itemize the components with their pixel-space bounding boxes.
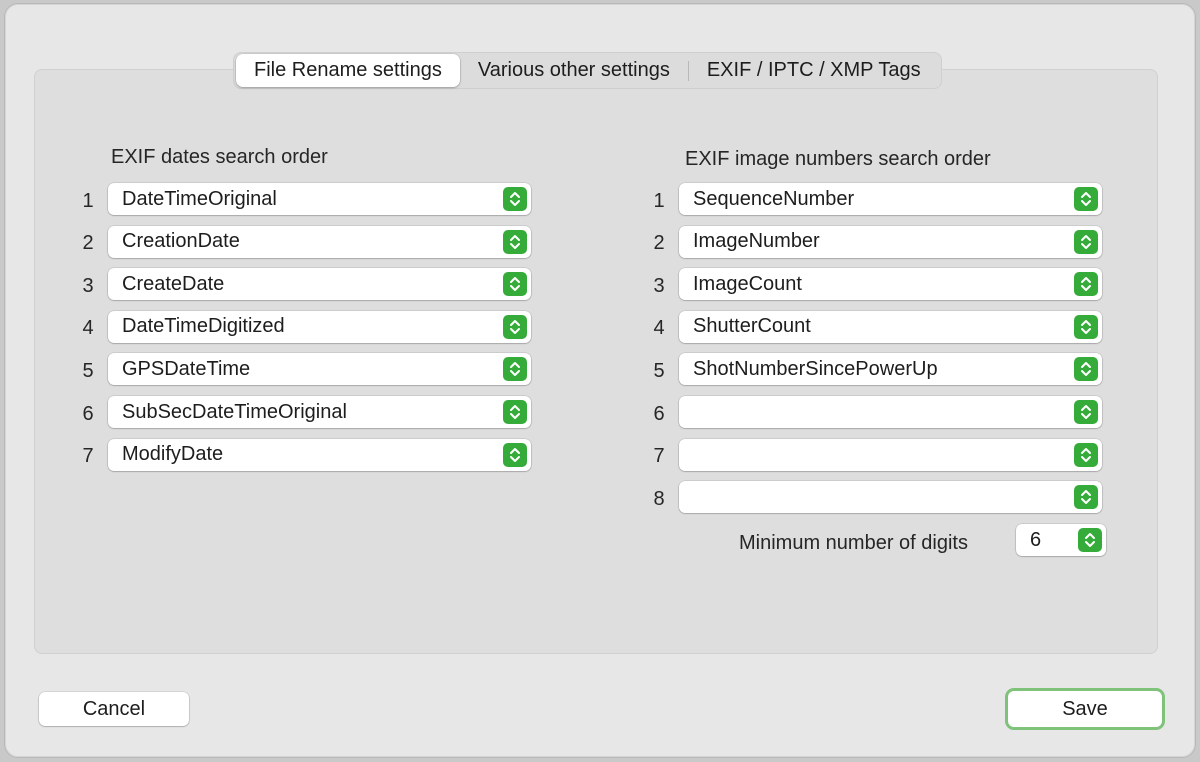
date-field-popup-value: SubSecDateTimeOriginal — [122, 400, 347, 423]
date-field-row: 5 GPSDateTime — [76, 353, 531, 386]
image-number-field-row-number: 7 — [653, 445, 665, 468]
image-number-field-popup[interactable]: SequenceNumber — [679, 183, 1102, 215]
image-number-field-popup[interactable] — [679, 438, 1102, 471]
date-field-row: 6 SubSecDateTimeOriginal — [76, 396, 531, 428]
tab-bar: File Rename settings Various other setti… — [233, 52, 942, 89]
date-field-row: 1 DateTimeOriginal — [76, 183, 531, 215]
date-field-row-number: 3 — [82, 274, 94, 297]
chevron-up-down-icon — [503, 442, 527, 467]
image-number-field-popup[interactable]: ShotNumberSincePowerUp — [679, 353, 1102, 386]
image-number-field-popup-value: ImageCount — [693, 272, 802, 295]
chevron-up-down-icon — [1074, 485, 1098, 510]
image-number-field-row-number: 8 — [653, 487, 665, 510]
chevron-up-down-icon — [1074, 442, 1098, 467]
date-field-popup[interactable]: CreateDate — [108, 268, 531, 301]
min-digits-popup[interactable]: 6 — [1016, 524, 1106, 556]
date-field-popup-value: DateTimeDigitized — [122, 315, 285, 338]
tab-file-rename-settings[interactable]: File Rename settings — [236, 54, 460, 87]
date-field-popup[interactable]: SubSecDateTimeOriginal — [108, 396, 531, 428]
date-field-row-number: 1 — [82, 189, 94, 212]
image-number-field-popup[interactable]: ImageCount — [679, 268, 1102, 301]
date-field-row-number: 2 — [82, 232, 94, 255]
min-digits-label: Minimum number of digits — [739, 532, 968, 554]
image-number-field-row-number: 3 — [653, 274, 665, 297]
image-number-field-row: 3 ImageCount — [647, 268, 1102, 301]
image-number-field-popup-value: ShutterCount — [693, 315, 811, 338]
date-field-popup-value: DateTimeOriginal — [122, 187, 277, 210]
chevron-up-down-icon — [503, 187, 527, 211]
chevron-up-down-icon — [1074, 272, 1098, 297]
date-field-row: 4 DateTimeDigitized — [76, 310, 531, 343]
image-number-field-row-number: 2 — [653, 232, 665, 255]
chevron-up-down-icon — [503, 400, 527, 424]
date-field-row: 7 ModifyDate — [76, 438, 531, 471]
chevron-up-down-icon — [503, 357, 527, 382]
image-number-field-row: 7 — [647, 438, 1102, 471]
exif-dates-heading: EXIF dates search order — [111, 146, 328, 168]
tab-exif-iptc-xmp-tags[interactable]: EXIF / IPTC / XMP Tags — [689, 54, 939, 87]
image-number-field-popup[interactable] — [679, 396, 1102, 428]
date-field-row: 3 CreateDate — [76, 268, 531, 301]
date-field-popup[interactable]: GPSDateTime — [108, 353, 531, 386]
date-field-popup-value: ModifyDate — [122, 443, 224, 466]
date-field-popup[interactable]: DateTimeDigitized — [108, 310, 531, 343]
chevron-up-down-icon — [503, 229, 527, 254]
date-field-row-number: 4 — [82, 317, 94, 340]
chevron-up-down-icon — [1074, 229, 1098, 254]
image-number-field-row: 5 ShotNumberSincePowerUp — [647, 353, 1102, 386]
image-number-field-row: 6 — [647, 396, 1102, 428]
image-number-field-row: 4 ShutterCount — [647, 310, 1102, 343]
date-field-row-number: 6 — [82, 402, 94, 425]
chevron-up-down-icon — [503, 272, 527, 297]
image-number-field-popup-value: SequenceNumber — [693, 187, 855, 210]
chevron-up-down-icon — [1078, 528, 1102, 552]
tab-various-other-settings[interactable]: Various other settings — [460, 54, 688, 87]
date-field-row-number: 5 — [82, 359, 94, 382]
image-number-field-row-number: 4 — [653, 317, 665, 340]
date-field-row-number: 7 — [82, 445, 94, 468]
image-number-field-popup-value: ImageNumber — [693, 230, 820, 253]
image-number-field-popup-value: ShotNumberSincePowerUp — [693, 357, 938, 380]
image-number-field-row: 2 ImageNumber — [647, 225, 1102, 258]
image-number-field-row: 1 SequenceNumber — [647, 183, 1102, 215]
exif-image-numbers-heading: EXIF image numbers search order — [685, 148, 991, 170]
image-number-field-row-number: 6 — [653, 402, 665, 425]
date-field-row: 2 CreationDate — [76, 225, 531, 258]
chevron-up-down-icon — [1074, 357, 1098, 382]
image-number-field-popup[interactable]: ImageNumber — [679, 225, 1102, 258]
image-number-field-row-number: 1 — [653, 189, 665, 212]
date-field-popup[interactable]: CreationDate — [108, 225, 531, 258]
image-number-field-row-number: 5 — [653, 359, 665, 382]
image-number-field-popup[interactable] — [679, 481, 1102, 514]
date-field-popup[interactable]: ModifyDate — [108, 438, 531, 471]
date-field-popup-value: CreateDate — [122, 272, 225, 295]
min-digits-value: 6 — [1030, 528, 1042, 551]
image-number-field-popup[interactable]: ShutterCount — [679, 310, 1102, 343]
cancel-button[interactable]: Cancel — [39, 692, 189, 726]
image-number-field-row: 8 — [647, 481, 1102, 514]
chevron-up-down-icon — [1074, 314, 1098, 339]
chevron-up-down-icon — [503, 314, 527, 339]
chevron-up-down-icon — [1074, 400, 1098, 424]
date-field-popup-value: GPSDateTime — [122, 357, 251, 380]
date-field-popup-value: CreationDate — [122, 230, 240, 253]
date-field-popup[interactable]: DateTimeOriginal — [108, 183, 531, 215]
save-button[interactable]: Save — [1008, 691, 1162, 727]
chevron-up-down-icon — [1074, 187, 1098, 211]
